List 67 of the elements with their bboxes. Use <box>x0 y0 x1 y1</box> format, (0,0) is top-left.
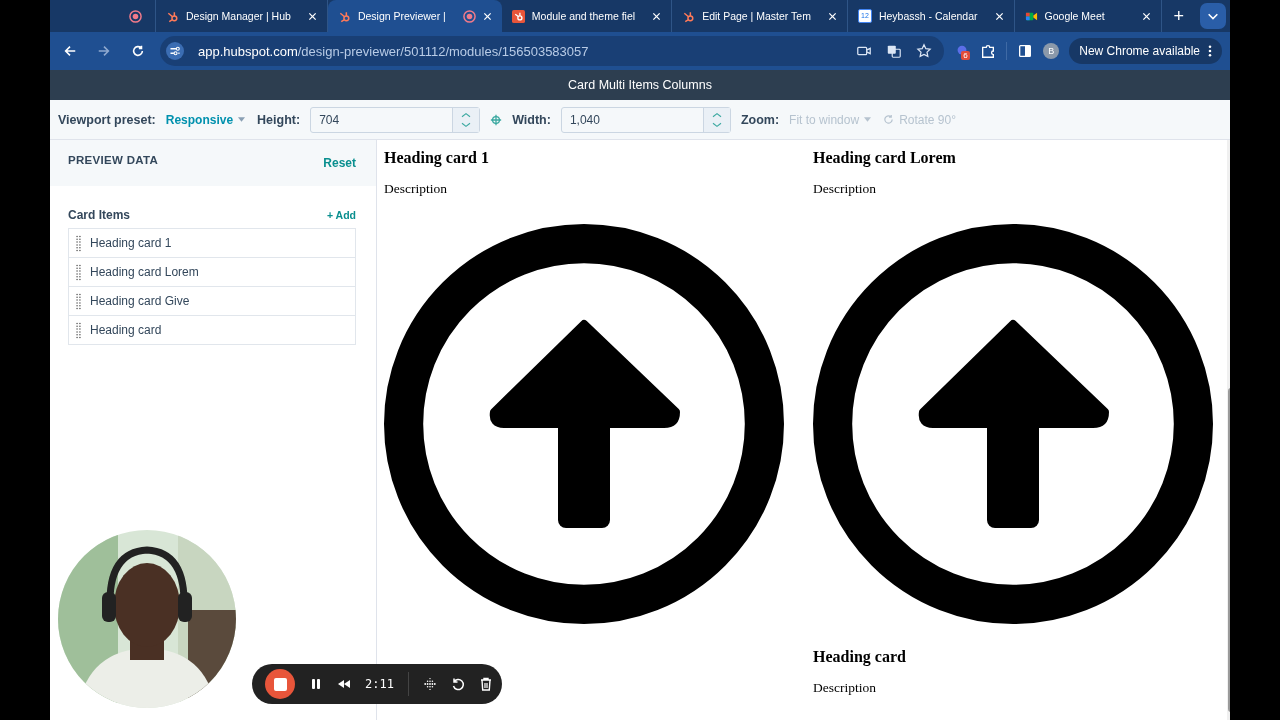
card-item[interactable]: Heading card Give <box>69 287 355 316</box>
card-item[interactable]: Heading card 1 <box>69 229 355 258</box>
close-icon[interactable] <box>307 11 317 21</box>
width-field[interactable]: 1,040 <box>560 106 731 133</box>
close-icon[interactable] <box>652 11 662 21</box>
record-icon <box>462 9 476 23</box>
viewport-dropdown[interactable]: Responsive <box>165 112 246 127</box>
address-bar[interactable]: app.hubspot.com/design-previewer/501112/modules/156503583057 <box>160 36 945 66</box>
close-icon[interactable] <box>994 11 1004 21</box>
notification-badge: 6 <box>961 51 970 60</box>
url-text: app.hubspot.com/design-previewer/501112/modules/156503583057 <box>198 43 589 59</box>
back-icon[interactable] <box>63 44 77 58</box>
link-icon[interactable] <box>490 113 503 126</box>
card-description: Description <box>813 680 877 696</box>
arrow-up-circle-icon <box>384 224 784 624</box>
card-heading: Heading card 1 <box>384 149 490 167</box>
arrow-up-circle-icon <box>813 224 1213 624</box>
card-item[interactable]: Heading card <box>69 316 355 344</box>
add-link[interactable]: + Add <box>326 209 356 221</box>
translate-icon[interactable] <box>886 43 903 59</box>
drag-handle-icon[interactable] <box>76 292 81 310</box>
side-panel-icon[interactable] <box>1017 43 1034 59</box>
restart-icon[interactable] <box>450 677 465 691</box>
update-button[interactable]: New Chrome available <box>1069 38 1222 64</box>
width-label: Width: <box>512 112 551 127</box>
forward-icon[interactable] <box>97 44 111 58</box>
puzzle-icon[interactable] <box>980 43 997 59</box>
zoom-label: Zoom: <box>740 112 780 127</box>
page-title: Card Multi Items Columns <box>568 78 712 92</box>
chevron-down-icon[interactable] <box>1200 3 1226 29</box>
stop-button[interactable] <box>265 669 295 699</box>
site-settings-icon <box>166 42 184 60</box>
height-label: Height: <box>257 112 301 127</box>
close-icon[interactable] <box>827 11 837 21</box>
drag-handle-icon[interactable] <box>76 263 81 281</box>
rotate-icon <box>883 114 895 125</box>
sprocket-icon <box>166 9 179 23</box>
rewind-icon[interactable] <box>337 677 351 691</box>
drag-handle-icon[interactable] <box>76 321 81 339</box>
caret-icon <box>238 117 246 122</box>
recording-time: 2:11 <box>365 677 394 691</box>
section-title: Card Items <box>68 208 131 222</box>
viewport-label: Viewport preset: <box>58 112 156 127</box>
browser-tab[interactable]: Design Previewer | <box>327 0 502 32</box>
drag-handle-icon[interactable] <box>76 234 81 252</box>
card-heading: Heading card Lorem <box>813 149 957 167</box>
new-tab-button[interactable]: + <box>1173 5 1185 27</box>
pause-icon[interactable] <box>309 677 323 691</box>
card-item[interactable]: Heading card Lorem <box>69 258 355 287</box>
dot-grid-icon[interactable] <box>422 677 437 691</box>
trash-icon[interactable] <box>478 677 493 691</box>
caret-icon <box>864 117 872 122</box>
reload-icon[interactable] <box>131 44 145 58</box>
record-icon <box>129 9 142 23</box>
height-field[interactable]: 704 <box>310 106 481 133</box>
card-description: Description <box>813 181 877 197</box>
sprocket-icon <box>511 9 525 23</box>
card-description: Description <box>384 181 448 197</box>
more-icon[interactable] <box>1208 45 1212 57</box>
panel-title: PREVIEW DATA <box>68 154 159 166</box>
close-icon[interactable] <box>1141 11 1151 21</box>
sprocket-icon <box>337 9 351 23</box>
sprocket-icon <box>682 9 696 23</box>
star-icon[interactable] <box>916 43 933 59</box>
card-heading: Heading card <box>813 648 907 666</box>
reset-link[interactable]: Reset <box>323 156 356 170</box>
close-icon[interactable] <box>482 11 492 21</box>
